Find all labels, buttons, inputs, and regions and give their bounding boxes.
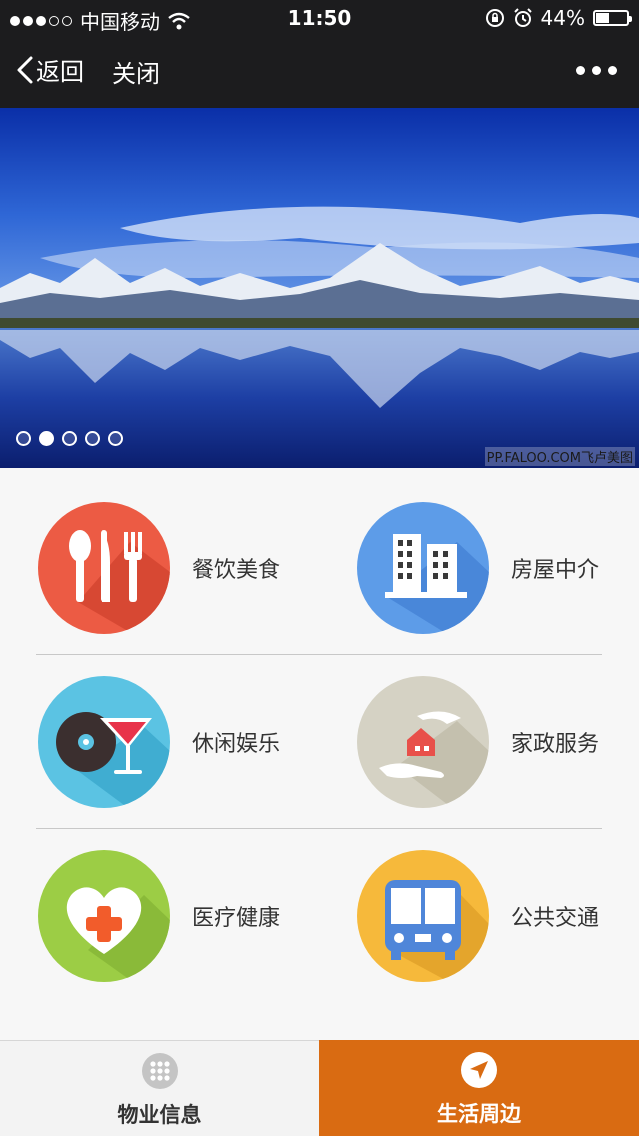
pager-dot[interactable] xyxy=(85,431,100,446)
tab-label: 物业信息 xyxy=(117,1103,202,1127)
service-real-estate[interactable]: 房屋中介 xyxy=(357,498,639,638)
service-grid: 餐饮美食 房屋中介 休闲娱乐 家政服务 医疗健康 公共交通 xyxy=(0,468,639,1040)
health-heart-icon xyxy=(38,850,170,982)
tab-life-nearby[interactable]: 生活周边 xyxy=(319,1040,639,1136)
banner-image xyxy=(0,108,639,468)
service-label: 休闲娱乐 xyxy=(192,732,281,757)
chevron-left-icon xyxy=(17,56,33,83)
service-label: 医疗健康 xyxy=(192,906,281,931)
service-label: 家政服务 xyxy=(511,732,600,757)
back-label: 返回 xyxy=(36,58,84,86)
service-health[interactable]: 医疗健康 xyxy=(38,846,338,986)
tab-label: 生活周边 xyxy=(437,1102,521,1126)
close-button[interactable]: 关闭 xyxy=(112,54,160,89)
service-entertainment[interactable]: 休闲娱乐 xyxy=(38,672,338,812)
row-divider xyxy=(36,828,602,829)
battery-percent: 44% xyxy=(540,6,585,30)
utensils-icon xyxy=(38,502,170,634)
pager-dot[interactable] xyxy=(16,431,31,446)
status-bar: 中国移动 11:50 44% xyxy=(0,0,639,36)
more-options-button[interactable] xyxy=(576,66,617,75)
location-arrow-icon xyxy=(461,1052,497,1088)
banner-carousel[interactable]: PP.FALOO.COM飞卢美图 xyxy=(0,108,639,468)
grid-icon xyxy=(141,1053,178,1089)
navigation-bar: 返回 关闭 xyxy=(0,36,639,108)
status-right: 44% xyxy=(485,6,632,30)
service-dining[interactable]: 餐饮美食 xyxy=(38,498,338,638)
row-divider xyxy=(36,654,602,655)
pager-dot[interactable] xyxy=(62,431,77,446)
pager-dot[interactable] xyxy=(39,431,54,446)
cocktail-icon xyxy=(38,676,170,808)
back-button[interactable]: 返回 xyxy=(16,52,84,87)
home-hands-icon xyxy=(357,676,489,808)
service-label: 公共交通 xyxy=(511,906,600,931)
pager-dot[interactable] xyxy=(108,431,123,446)
carousel-pager[interactable] xyxy=(16,431,123,446)
tab-property-info[interactable]: 物业信息 xyxy=(0,1040,319,1136)
banner-watermark: PP.FALOO.COM飞卢美图 xyxy=(484,447,635,466)
service-transit[interactable]: 公共交通 xyxy=(357,846,639,986)
alarm-icon xyxy=(513,8,532,27)
building-icon xyxy=(357,502,489,634)
rotation-lock-icon xyxy=(485,9,504,27)
service-housekeeping[interactable]: 家政服务 xyxy=(357,672,639,812)
service-label: 餐饮美食 xyxy=(192,558,281,583)
bus-icon xyxy=(357,850,489,982)
bottom-tab-bar: 物业信息 生活周边 xyxy=(0,1040,639,1136)
service-label: 房屋中介 xyxy=(511,558,600,583)
battery-icon xyxy=(593,10,632,26)
